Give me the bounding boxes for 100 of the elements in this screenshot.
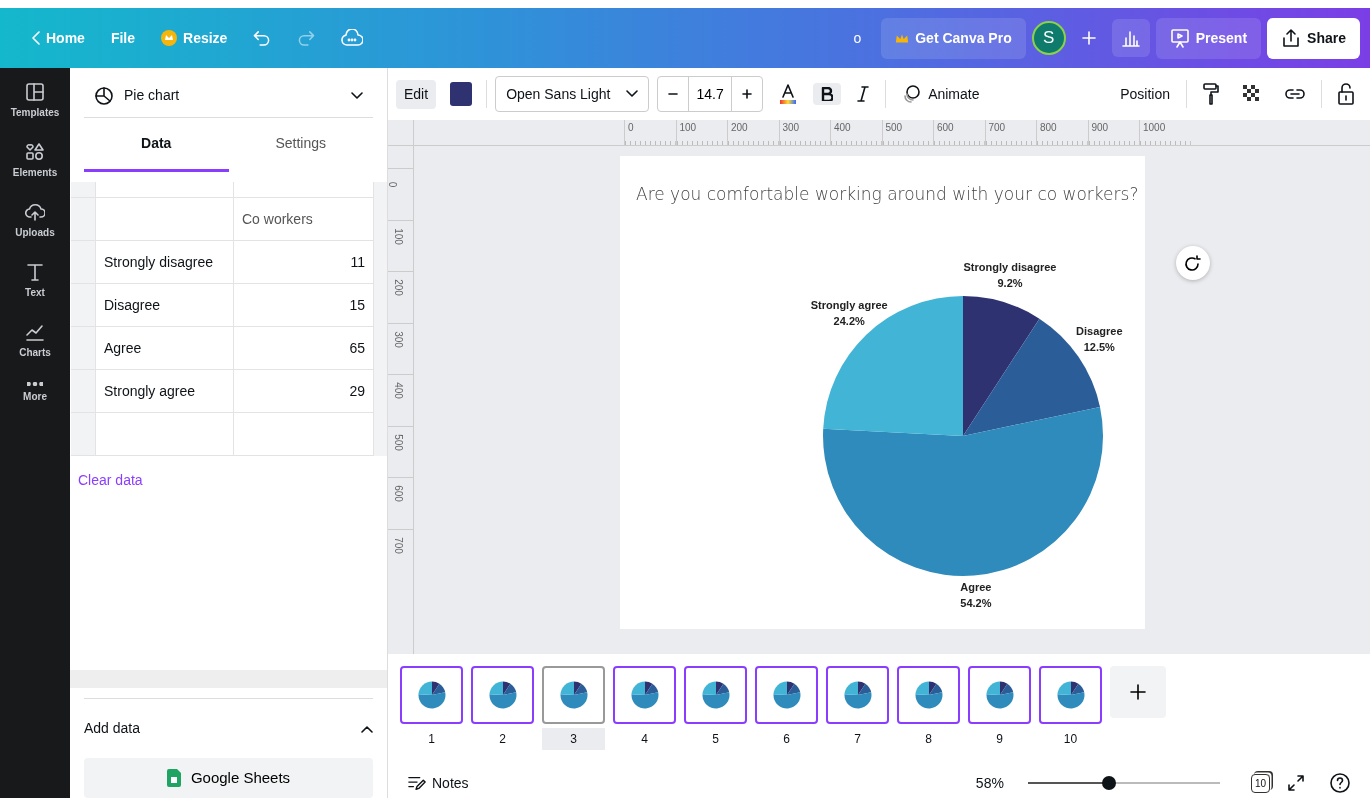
user-avatar[interactable]: S: [1031, 21, 1066, 55]
bar-chart-icon: [1121, 29, 1140, 47]
sidebar-item[interactable]: Uploads: [15, 202, 55, 240]
ruler-label: 600: [391, 485, 405, 502]
sidebar-item[interactable]: Text: [25, 262, 45, 300]
text-color-icon: [779, 83, 798, 105]
undo-icon: [253, 30, 272, 46]
magic-refresh-button[interactable]: [1176, 246, 1210, 280]
page-thumbnail[interactable]: [542, 666, 605, 724]
page-thumbnail[interactable]: [471, 666, 534, 724]
table-cell[interactable]: [96, 198, 234, 241]
page-thumbnail[interactable]: [755, 666, 818, 724]
add-page-button[interactable]: [1110, 666, 1166, 718]
insights-button[interactable]: [1111, 19, 1150, 57]
page-thumbnail[interactable]: [613, 666, 676, 724]
sidebar-item[interactable]: Charts: [19, 322, 51, 360]
sidebar-item[interactable]: Elements: [12, 142, 58, 180]
page-thumbnail[interactable]: [684, 666, 747, 724]
chevron-down-icon: [351, 91, 363, 100]
table-cell[interactable]: [96, 182, 234, 198]
share-button[interactable]: Share: [1267, 17, 1360, 59]
sidebar-item[interactable]: More: [23, 382, 47, 404]
animate-button[interactable]: Animate: [894, 79, 988, 109]
panel-tab[interactable]: Data: [84, 118, 229, 172]
panel-tab[interactable]: Settings: [228, 118, 373, 172]
zoom-slider-thumb[interactable]: [1101, 776, 1116, 790]
position-button[interactable]: Position: [1112, 79, 1178, 109]
edit-button[interactable]: Edit: [396, 79, 437, 109]
table-cell[interactable]: Disagree: [96, 284, 234, 327]
slice-label: Disagree: [1076, 325, 1123, 338]
ruler-label: 0: [386, 181, 400, 188]
sidebar-item[interactable]: Templates: [10, 82, 60, 120]
page-count-button[interactable]: 10: [1250, 773, 1270, 793]
page-thumbnail[interactable]: [826, 666, 889, 724]
refresh-sparkle-icon: [1184, 254, 1202, 272]
font-dropdown[interactable]: Open Sans Light: [495, 76, 650, 112]
font-size-field[interactable]: 14.7: [657, 76, 764, 112]
scrollbar[interactable]: [374, 182, 387, 456]
page-thumbnail[interactable]: [1039, 666, 1102, 724]
ruler-label: 800: [1036, 120, 1088, 145]
ruler-label: 0: [624, 120, 676, 145]
clear-data-link[interactable]: Clear data: [78, 470, 143, 491]
minus-icon: [668, 93, 679, 95]
notes-icon: [408, 775, 426, 791]
page-thumbnail[interactable]: [400, 666, 463, 724]
table-cell[interactable]: Strongly disagree: [96, 241, 234, 284]
cloud-icon: [341, 29, 364, 47]
ruler-label: 400: [391, 382, 405, 399]
status-text: o: [853, 28, 862, 48]
table-cell[interactable]: [96, 413, 234, 456]
ruler-label: 300: [391, 330, 405, 348]
slice-percent: 12.5%: [1083, 341, 1115, 354]
charts-icon: [25, 322, 45, 342]
page-number: 9: [995, 731, 1004, 748]
google-sheets-button[interactable]: Google Sheets: [84, 758, 373, 798]
crown-icon: [161, 30, 178, 46]
expand-icon: [1288, 775, 1304, 791]
checkerboard-icon: [1243, 85, 1261, 103]
table-cell[interactable]: Agree: [96, 327, 234, 370]
bold-button[interactable]: [813, 83, 842, 105]
animate-icon: [902, 84, 923, 104]
get-pro-button[interactable]: Get Canva Pro: [881, 17, 1026, 59]
page-thumbnail[interactable]: [968, 666, 1031, 724]
notes-button[interactable]: Notes: [400, 768, 477, 798]
slide-title: Are you comfortable working around with your co workers?: [636, 184, 1139, 204]
page-number: 4: [640, 731, 649, 748]
chevron-down-icon: [626, 90, 639, 98]
plus-icon: [1081, 31, 1096, 45]
presentation-icon: [1169, 28, 1190, 48]
chart-type-label: Pie chart: [124, 86, 181, 105]
plus-icon: [742, 89, 753, 99]
page-number: 7: [853, 731, 862, 748]
text-icon: [25, 262, 45, 282]
page-number: 6: [782, 731, 791, 748]
scrollbar[interactable]: [70, 670, 387, 688]
page-number: 3: [542, 728, 605, 750]
color-swatch[interactable]: [450, 82, 473, 106]
more-icon: [27, 382, 43, 386]
present-button[interactable]: Present: [1155, 17, 1262, 59]
slice-label: Strongly disagree: [963, 261, 1057, 273]
table-cell[interactable]: Strongly agree: [96, 370, 234, 413]
chart-type-dropdown[interactable]: Pie chart: [84, 74, 373, 118]
ruler-label: 100: [391, 227, 405, 245]
ruler-label: 200: [727, 120, 779, 145]
slice-percent: 24.2%: [833, 315, 865, 328]
paint-roller-icon: [1203, 83, 1219, 105]
bold-icon: [821, 87, 834, 101]
italic-icon: [857, 86, 870, 102]
link-icon: [1285, 87, 1305, 101]
table-cell[interactable]: [234, 182, 374, 198]
slice-label: Strongly agree: [810, 299, 888, 312]
redo-icon: [297, 30, 316, 46]
pie-chart-icon: [94, 85, 114, 106]
page-number: 1: [427, 731, 436, 748]
back-chevron-icon: [32, 31, 40, 45]
ruler-label: 200: [391, 279, 405, 296]
plus-icon: [1130, 684, 1146, 700]
ruler-label: 500: [391, 433, 405, 451]
help-icon: [1330, 773, 1350, 793]
page-thumbnail[interactable]: [897, 666, 960, 724]
